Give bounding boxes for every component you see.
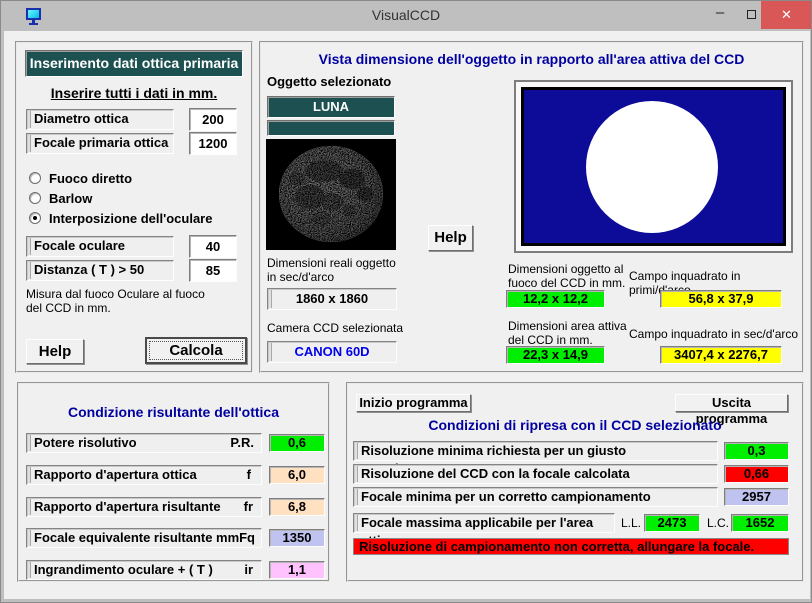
ll-label: L.L.: [621, 516, 641, 530]
focale-oculare-text: Focale oculare: [34, 238, 125, 253]
focale-primaria-text: Focale primaria ottica: [34, 135, 168, 150]
optics-result-title: Condizione risultante dell'ottica: [19, 404, 328, 420]
diametro-ottica-text: Diametro ottica: [34, 111, 129, 126]
camera-ccd-text: CANON 60D: [294, 344, 369, 359]
diametro-ottica-input[interactable]: 200: [189, 108, 237, 131]
primary-optics-panel: Inserimento dati ottica primaria Inserir…: [15, 41, 253, 373]
units-note: Inserire tutti i dati in mm.: [17, 85, 251, 101]
diametro-ottica-label: Diametro ottica: [26, 109, 174, 130]
campo-primi-value: 56,8 x 37,9: [660, 290, 782, 308]
window-body: Inserimento dati ottica primaria Inserir…: [4, 31, 810, 599]
row-label: Focale minima per un corretto campioname…: [361, 489, 651, 504]
lc-value: 1652: [731, 514, 789, 532]
obj-focus-label-line1: Dimensioni oggetto al: [508, 262, 623, 276]
radio-icon: [29, 192, 41, 204]
object-disk: [586, 101, 718, 233]
ingrandimento-label: Ingrandimento oculare + ( T ) ir: [26, 560, 262, 580]
area-label-line1: Dimensioni area attiva: [508, 319, 627, 333]
title-bar[interactable]: VisualCCD – ✕: [1, 1, 811, 31]
sampling-warning-banner: Risoluzione di campionamento non corrett…: [353, 538, 789, 555]
campo-sec-label: Campo inquadrato in sec/d'arco: [629, 327, 804, 341]
risoluzione-minima-value: 0,3: [724, 442, 789, 460]
obj-focus-label-line2: fuoco del CCD in mm.: [508, 276, 625, 290]
help-button[interactable]: Help: [26, 339, 84, 364]
panel-header: Inserimento dati ottica primaria: [25, 50, 243, 77]
distanza-text: Distanza ( T ) > 50: [34, 262, 144, 277]
risoluzione-minima-label: Risoluzione minima richiesta per un gius…: [353, 441, 718, 461]
optics-result-panel: Condizione risultante dell'ottica Potere…: [17, 382, 330, 582]
object-select[interactable]: LUNA: [267, 96, 395, 118]
focale-equivalente-value: 1350: [269, 529, 325, 547]
focale-minima-value: 2957: [724, 488, 789, 506]
view-panel: Vista dimensione dell'oggetto in rapport…: [259, 41, 804, 373]
risoluzione-ccd-value: 0,66: [724, 465, 789, 483]
focale-oculare-input[interactable]: 40: [189, 235, 237, 258]
radio-label: Barlow: [49, 191, 92, 206]
app-window: VisualCCD – ✕ Inserimento dati ottica pr…: [0, 0, 812, 603]
ll-value: 2473: [644, 514, 700, 532]
oggetto-selezionato-label: Oggetto selezionato: [267, 74, 391, 89]
rapporto-ottica-value: 6,0: [269, 466, 325, 484]
uscita-programma-button[interactable]: Uscita programma: [675, 394, 788, 412]
calcola-button[interactable]: Calcola: [145, 337, 247, 364]
help-button-view[interactable]: Help: [428, 225, 473, 251]
distanza-input[interactable]: 85: [189, 259, 237, 282]
rapporto-risultante-value: 6,8: [269, 498, 325, 516]
row-label: Focale equivalente risultante mm.: [34, 530, 243, 545]
radio-label: Interposizione dell'oculare: [49, 211, 212, 226]
close-button[interactable]: ✕: [761, 1, 812, 29]
focale-massima-label: Focale massima applicabile per l'area at…: [353, 513, 615, 533]
dim-reali-text: 1860 x 1860: [296, 291, 368, 306]
focale-oculare-label: Focale oculare: [26, 236, 174, 257]
camera-ccd-value: CANON 60D: [267, 341, 397, 363]
ccd-area-visualization: [514, 80, 793, 253]
campo-sec-value: 3407,4 x 2276,7: [660, 346, 782, 364]
ccd-conditions-panel: Inizio programma Uscita programma Condiz…: [346, 382, 804, 582]
row-label: Potere risolutivo: [34, 435, 137, 450]
distanza-label: Distanza ( T ) > 50: [26, 260, 174, 281]
row-label: Rapporto d'apertura risultante: [34, 499, 221, 514]
object-select-empty[interactable]: [267, 120, 395, 136]
focale-primaria-input[interactable]: 1200: [189, 132, 237, 155]
window-title: VisualCCD: [1, 7, 811, 23]
row-label: Ingrandimento oculare + ( T ): [34, 562, 213, 577]
rapporto-ottica-label: Rapporto d'apertura ottica f: [26, 465, 262, 485]
maximize-icon: [747, 10, 756, 19]
row-label: Rapporto d'apertura ottica: [34, 467, 197, 482]
obj-focus-value: 12,2 x 12,2: [506, 290, 605, 308]
row-symbol: ir: [244, 561, 253, 579]
ingrandimento-value: 1,1: [269, 561, 325, 579]
measure-note-line2: del CCD in mm.: [26, 301, 111, 315]
potere-risolutivo-value: 0,6: [269, 434, 325, 452]
camera-ccd-label: Camera CCD selezionata: [267, 321, 403, 335]
ccd-active-area: [524, 90, 783, 243]
row-symbol: Fq: [239, 529, 255, 547]
area-value: 22,3 x 14,9: [506, 346, 605, 364]
radio-icon: [29, 212, 41, 224]
lc-label: L.C.: [707, 516, 729, 530]
dim-reali-label-line1: Dimensioni reali oggetto: [267, 256, 396, 270]
area-label-line2: del CCD in mm.: [508, 333, 593, 347]
risoluzione-ccd-label: Risoluzione del CCD con la focale calcol…: [353, 464, 718, 484]
focale-equivalente-label: Focale equivalente risultante mm. Fq: [26, 528, 262, 548]
focale-minima-label: Focale minima per un corretto campioname…: [353, 487, 718, 507]
minimize-button[interactable]: –: [706, 1, 734, 29]
inizio-programma-button[interactable]: Inizio programma: [356, 394, 471, 412]
view-panel-title: Vista dimensione dell'oggetto in rapport…: [261, 51, 802, 67]
dim-reali-label-line2: in sec/d'arco: [267, 270, 334, 284]
radio-label: Fuoco diretto: [49, 171, 132, 186]
radio-icon: [29, 172, 41, 184]
row-symbol: f: [247, 466, 251, 484]
rapporto-risultante-label: Rapporto d'apertura risultante fr: [26, 497, 262, 517]
measure-note-line1: Misura dal fuoco Oculare al fuoco: [26, 287, 205, 301]
ccd-conditions-title: Condizioni di ripresa con il CCD selezio…: [348, 417, 802, 433]
moon-image: [266, 139, 396, 250]
row-label: Risoluzione del CCD con la focale calcol…: [361, 466, 630, 481]
dim-reali-value: 1860 x 1860: [267, 288, 397, 310]
row-symbol: fr: [244, 498, 253, 516]
row-symbol: P.R.: [230, 434, 254, 452]
focale-primaria-label: Focale primaria ottica: [26, 133, 174, 154]
potere-risolutivo-label: Potere risolutivo P.R.: [26, 433, 262, 453]
